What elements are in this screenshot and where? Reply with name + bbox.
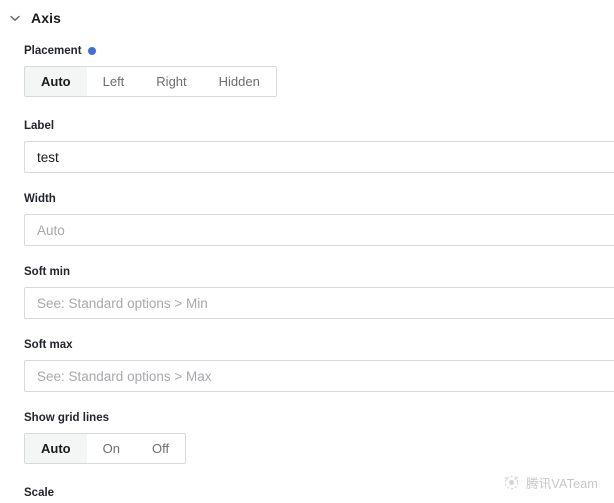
show-grid-lines-option-on[interactable]: On bbox=[86, 434, 136, 463]
label-field-label: Label bbox=[24, 120, 55, 132]
width-label-row: Width bbox=[24, 192, 614, 206]
show-grid-lines-radio-group[interactable]: Auto On Off bbox=[24, 433, 187, 464]
placement-label: Placement bbox=[24, 45, 82, 57]
axis-options-panel: Axis Placement Auto Left Right Hidden La… bbox=[0, 0, 614, 503]
placement-option-hidden[interactable]: Hidden bbox=[202, 67, 276, 96]
field-width: Width bbox=[0, 192, 614, 246]
soft-max-label-row: Soft max bbox=[24, 338, 614, 352]
placement-radio-group[interactable]: Auto Left Right Hidden bbox=[24, 66, 277, 97]
show-grid-lines-option-off[interactable]: Off bbox=[135, 434, 186, 463]
show-grid-lines-label-row: Show grid lines bbox=[24, 411, 614, 425]
placement-option-auto[interactable]: Auto bbox=[25, 67, 87, 96]
field-show-grid-lines: Show grid lines Auto On Off bbox=[0, 411, 614, 464]
placement-option-right[interactable]: Right bbox=[140, 67, 203, 96]
axis-section-header[interactable]: Axis bbox=[0, 0, 614, 30]
soft-max-input[interactable] bbox=[24, 360, 614, 392]
label-input[interactable] bbox=[24, 141, 614, 173]
show-grid-lines-label: Show grid lines bbox=[24, 412, 109, 424]
soft-min-input[interactable] bbox=[24, 287, 614, 319]
soft-max-label: Soft max bbox=[24, 339, 73, 351]
show-grid-lines-option-auto[interactable]: Auto bbox=[25, 434, 87, 463]
placement-label-row: Placement bbox=[24, 44, 614, 58]
changed-indicator-dot bbox=[87, 47, 96, 55]
width-input[interactable] bbox=[24, 214, 614, 246]
placement-option-left[interactable]: Left bbox=[86, 67, 141, 96]
field-placement: Placement Auto Left Right Hidden bbox=[0, 44, 614, 97]
field-soft-max: Soft max bbox=[0, 338, 614, 392]
soft-min-label-row: Soft min bbox=[24, 265, 614, 279]
field-soft-min: Soft min bbox=[0, 265, 614, 319]
label-field-label-row: Label bbox=[24, 119, 614, 133]
page-title: Axis bbox=[31, 10, 61, 26]
field-label: Label bbox=[0, 119, 614, 173]
scale-label-row: Scale bbox=[24, 486, 614, 500]
field-scale: Scale Linear Logarithmic bbox=[0, 486, 614, 503]
soft-min-label: Soft min bbox=[24, 266, 70, 278]
chevron-down-icon[interactable] bbox=[8, 11, 22, 25]
width-label: Width bbox=[24, 193, 56, 205]
scale-label: Scale bbox=[24, 487, 55, 499]
